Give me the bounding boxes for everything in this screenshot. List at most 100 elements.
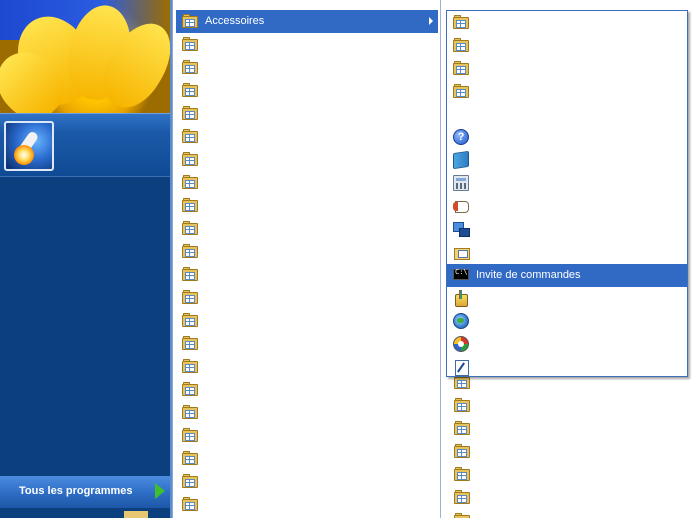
program-group-icon — [182, 405, 198, 419]
accessories-submenu: ? C:\ Invite de commandes — [446, 10, 688, 377]
program-menu-item[interactable] — [176, 309, 438, 332]
accessories-menu-item[interactable] — [447, 241, 687, 264]
program-menu-item[interactable] — [176, 493, 438, 516]
program-group-icon — [454, 490, 470, 504]
program-group-icon — [182, 106, 198, 120]
program-group-icon — [182, 14, 198, 28]
program-group-icon — [182, 359, 198, 373]
program-menu-item[interactable] — [176, 194, 438, 217]
calculator-icon — [453, 175, 469, 191]
program-group-icon — [182, 175, 198, 189]
scanner-camera-icon — [453, 106, 469, 122]
programs-menu: Accessoires — [172, 0, 440, 518]
command-prompt-icon: C:\ — [453, 268, 469, 280]
background-menu-item[interactable] — [454, 444, 472, 462]
program-menu-item[interactable] — [176, 355, 438, 378]
program-group-icon — [182, 382, 198, 396]
program-group-icon — [182, 221, 198, 235]
program-group-icon — [182, 244, 198, 258]
accessories-menu-item[interactable] — [447, 333, 687, 356]
globe-icon — [453, 313, 469, 329]
menu-item-label: Invite de commandes — [476, 269, 581, 281]
background-menu-item[interactable] — [454, 490, 472, 508]
accessories-menu-item[interactable] — [447, 103, 687, 126]
program-group-icon — [453, 84, 469, 98]
program-group-icon — [182, 198, 198, 212]
menu-item-accessories[interactable]: Accessoires — [176, 10, 438, 33]
program-menu-item[interactable] — [176, 217, 438, 240]
green-arrow-icon — [155, 483, 165, 499]
program-menu-item[interactable] — [176, 240, 438, 263]
program-group-icon — [454, 513, 470, 518]
program-group-icon — [454, 467, 470, 481]
accessories-menu-item[interactable] — [447, 34, 687, 57]
program-menu-item[interactable] — [176, 125, 438, 148]
background-menu-item[interactable] — [454, 421, 472, 439]
program-group-icon — [182, 313, 198, 327]
program-group-icon — [182, 37, 198, 51]
all-programs-label: Tous les programmes — [19, 485, 133, 497]
submenu-arrow-icon — [429, 17, 433, 25]
menu-divider — [440, 0, 441, 518]
program-group-icon — [182, 474, 198, 488]
wizard-icon — [453, 336, 469, 352]
accessories-menu-item[interactable] — [447, 11, 687, 34]
program-group-icon — [454, 421, 470, 435]
program-menu-item[interactable] — [176, 286, 438, 309]
program-group-icon — [182, 290, 198, 304]
program-group-icon — [454, 398, 470, 412]
start-menu-left-pane: Tous les programmes — [0, 0, 172, 518]
program-menu-item[interactable] — [176, 79, 438, 102]
program-group-icon — [182, 83, 198, 97]
program-menu-item[interactable] — [176, 378, 438, 401]
accessories-menu-item[interactable] — [447, 195, 687, 218]
menu-item-label: Accessoires — [205, 15, 265, 27]
menu-item-command-prompt[interactable]: C:\ Invite de commandes — [447, 264, 687, 287]
accessories-menu-item[interactable] — [447, 149, 687, 172]
program-group-icon — [182, 428, 198, 442]
program-menu-item[interactable] — [176, 424, 438, 447]
program-menu-item[interactable] — [176, 56, 438, 79]
network-connection-icon — [453, 221, 470, 237]
program-menu-item[interactable] — [176, 263, 438, 286]
program-group-icon — [182, 129, 198, 143]
wordpad-icon — [453, 198, 469, 214]
windows-explorer-icon — [453, 244, 470, 260]
program-group-icon — [182, 336, 198, 350]
accessories-menu-item[interactable] — [447, 57, 687, 80]
user-avatar[interactable] — [4, 121, 54, 171]
program-menu-item[interactable] — [176, 171, 438, 194]
program-menu-item[interactable] — [176, 470, 438, 493]
accessories-menu-item[interactable] — [447, 310, 687, 333]
program-menu-item[interactable] — [176, 332, 438, 355]
accessories-menu-item[interactable] — [447, 287, 687, 310]
background-menu-item[interactable] — [454, 467, 472, 485]
program-menu-item[interactable] — [176, 401, 438, 424]
program-menu-item[interactable] — [176, 102, 438, 125]
paint-icon — [453, 290, 469, 307]
notepad-icon — [453, 359, 469, 376]
program-group-icon — [453, 61, 469, 75]
program-group-icon — [182, 60, 198, 74]
accessories-menu-item[interactable] — [447, 80, 687, 103]
background-menu-item[interactable] — [454, 513, 472, 518]
help-icon: ? — [453, 129, 469, 145]
accessories-menu-item[interactable] — [447, 218, 687, 241]
address-book-icon — [453, 150, 469, 170]
accessories-menu-item[interactable] — [447, 172, 687, 195]
background-menu-item[interactable] — [454, 398, 472, 416]
all-programs-button[interactable]: Tous les programmes — [0, 476, 170, 508]
program-menu-item[interactable] — [176, 33, 438, 56]
accessories-menu-item[interactable]: ? — [447, 126, 687, 149]
program-group-icon — [453, 38, 469, 52]
program-group-icon — [182, 497, 198, 511]
program-group-icon — [454, 444, 470, 458]
program-group-icon — [182, 267, 198, 281]
program-menu-item[interactable] — [176, 148, 438, 171]
pinned-programs-strip — [0, 113, 170, 177]
accessories-menu-item[interactable] — [447, 356, 687, 379]
program-menu-item[interactable] — [176, 447, 438, 470]
program-group-icon — [182, 152, 198, 166]
program-group-icon — [182, 451, 198, 465]
user-picture-flower — [0, 0, 170, 113]
